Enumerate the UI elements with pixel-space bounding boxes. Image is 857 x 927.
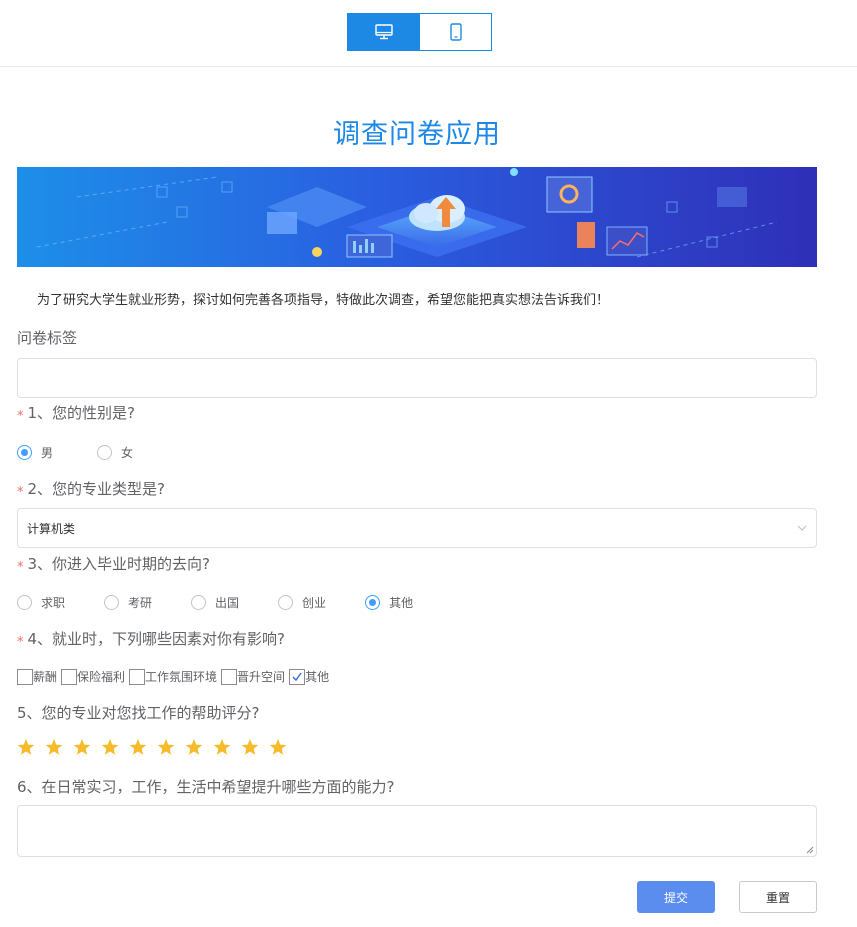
checkbox-label: 晋升空间: [237, 670, 286, 684]
question-5-label: 5、您的专业对您找工作的帮助评分?: [17, 704, 260, 722]
star-icon[interactable]: [213, 738, 231, 756]
question-3-label: * 3、你进入毕业时期的去向?: [17, 553, 211, 575]
page-title: 调查问卷应用: [333, 119, 501, 150]
select-value: 计算机类: [27, 521, 76, 536]
checkbox-unchecked-icon: [129, 668, 146, 685]
radio-unchecked-icon: [97, 445, 113, 460]
checkbox-checked-icon: [289, 668, 306, 685]
required-mark: *: [17, 635, 24, 650]
checkbox-label: 其他: [305, 670, 330, 684]
radio-unchecked-icon: [17, 595, 32, 610]
star-icon[interactable]: [269, 738, 287, 756]
radio-label: 女: [121, 446, 134, 460]
star-icon[interactable]: [241, 738, 259, 756]
radio-startup[interactable]: 创业: [278, 594, 326, 611]
mobile-icon: [449, 23, 462, 41]
radio-label: 创业: [302, 596, 327, 610]
radio-postgraduate[interactable]: 考研: [104, 594, 152, 611]
radio-label: 男: [41, 446, 54, 460]
checkbox-label: 薪酬: [33, 670, 58, 684]
resize-grip-icon[interactable]: [806, 846, 814, 854]
top-bar: [0, 0, 857, 67]
star-icon[interactable]: [129, 738, 147, 756]
checkbox-unchecked-icon: [221, 668, 238, 685]
question-2-text: 2、您的专业类型是?: [27, 480, 166, 498]
rating-stars: [17, 738, 297, 756]
question-2-label: * 2、您的专业类型是?: [17, 478, 166, 500]
checkbox-label: 保险福利: [77, 670, 126, 684]
major-select[interactable]: 计算机类: [17, 508, 817, 548]
radio-unchecked-icon: [191, 595, 207, 610]
star-icon[interactable]: [17, 738, 35, 756]
star-icon[interactable]: [157, 738, 175, 756]
star-icon[interactable]: [73, 738, 91, 756]
radio-label: 其他: [389, 596, 414, 610]
radio-abroad[interactable]: 出国: [191, 594, 239, 611]
radio-unchecked-icon: [104, 595, 120, 610]
question-1-text: 1、您的性别是?: [27, 404, 136, 422]
checkbox-insurance[interactable]: 保险福利: [61, 668, 125, 685]
question-3-text: 3、你进入毕业时期的去向?: [27, 555, 211, 573]
gender-radio-group: 男 女: [17, 444, 133, 461]
checkbox-promotion[interactable]: 晋升空间: [221, 668, 285, 685]
chevron-down-icon: [797, 525, 807, 531]
star-icon[interactable]: [45, 738, 63, 756]
destination-radio-group: 求职 考研 出国 创业 其他: [17, 594, 413, 611]
radio-male[interactable]: 男: [17, 444, 53, 461]
checkbox-label: 工作氛围环境: [145, 670, 218, 684]
tag-input[interactable]: [17, 358, 817, 398]
radio-label: 求职: [41, 596, 66, 610]
banner-image: [17, 167, 817, 267]
radio-female[interactable]: 女: [97, 444, 133, 461]
submit-button[interactable]: 提交: [637, 881, 715, 913]
checkbox-unchecked-icon: [61, 668, 78, 685]
radio-label: 考研: [128, 596, 153, 610]
checkbox-environment[interactable]: 工作氛围环境: [129, 668, 217, 685]
radio-checked-icon: [365, 595, 381, 610]
required-mark: *: [17, 409, 24, 424]
required-mark: *: [17, 560, 24, 575]
radio-unchecked-icon: [278, 595, 294, 610]
star-icon[interactable]: [101, 738, 119, 756]
mobile-view-button[interactable]: [420, 13, 492, 51]
star-icon[interactable]: [185, 738, 203, 756]
question-4-text: 4、就业时，下列哪些因素对你有影响?: [27, 630, 286, 648]
required-mark: *: [17, 485, 24, 500]
radio-other[interactable]: 其他: [365, 594, 413, 611]
checkbox-unchecked-icon: [17, 668, 33, 685]
radio-job[interactable]: 求职: [17, 594, 65, 611]
desktop-icon: [374, 24, 393, 40]
factors-checkbox-group: 薪酬 保险福利 工作氛围环境 晋升空间 其他: [17, 668, 330, 685]
checkbox-other[interactable]: 其他: [289, 668, 329, 685]
question-6-label: 6、在日常实习，工作，生活中希望提升哪些方面的能力?: [17, 778, 395, 796]
reset-button[interactable]: 重置: [739, 881, 817, 913]
radio-checked-icon: [17, 445, 32, 460]
question-4-label: * 4、就业时，下列哪些因素对你有影响?: [17, 628, 286, 650]
radio-label: 出国: [215, 596, 240, 610]
device-toggle: [347, 13, 492, 51]
tag-label: 问卷标签: [17, 329, 78, 347]
intro-text: 为了研究大学生就业形势，探讨如何完善各项指导，特做此次调查，希望您能把真实想法告…: [37, 293, 610, 308]
question-1-label: * 1、您的性别是?: [17, 402, 136, 424]
checkbox-salary[interactable]: 薪酬: [17, 668, 57, 685]
desktop-view-button[interactable]: [347, 13, 420, 51]
ability-textarea[interactable]: [17, 805, 817, 857]
